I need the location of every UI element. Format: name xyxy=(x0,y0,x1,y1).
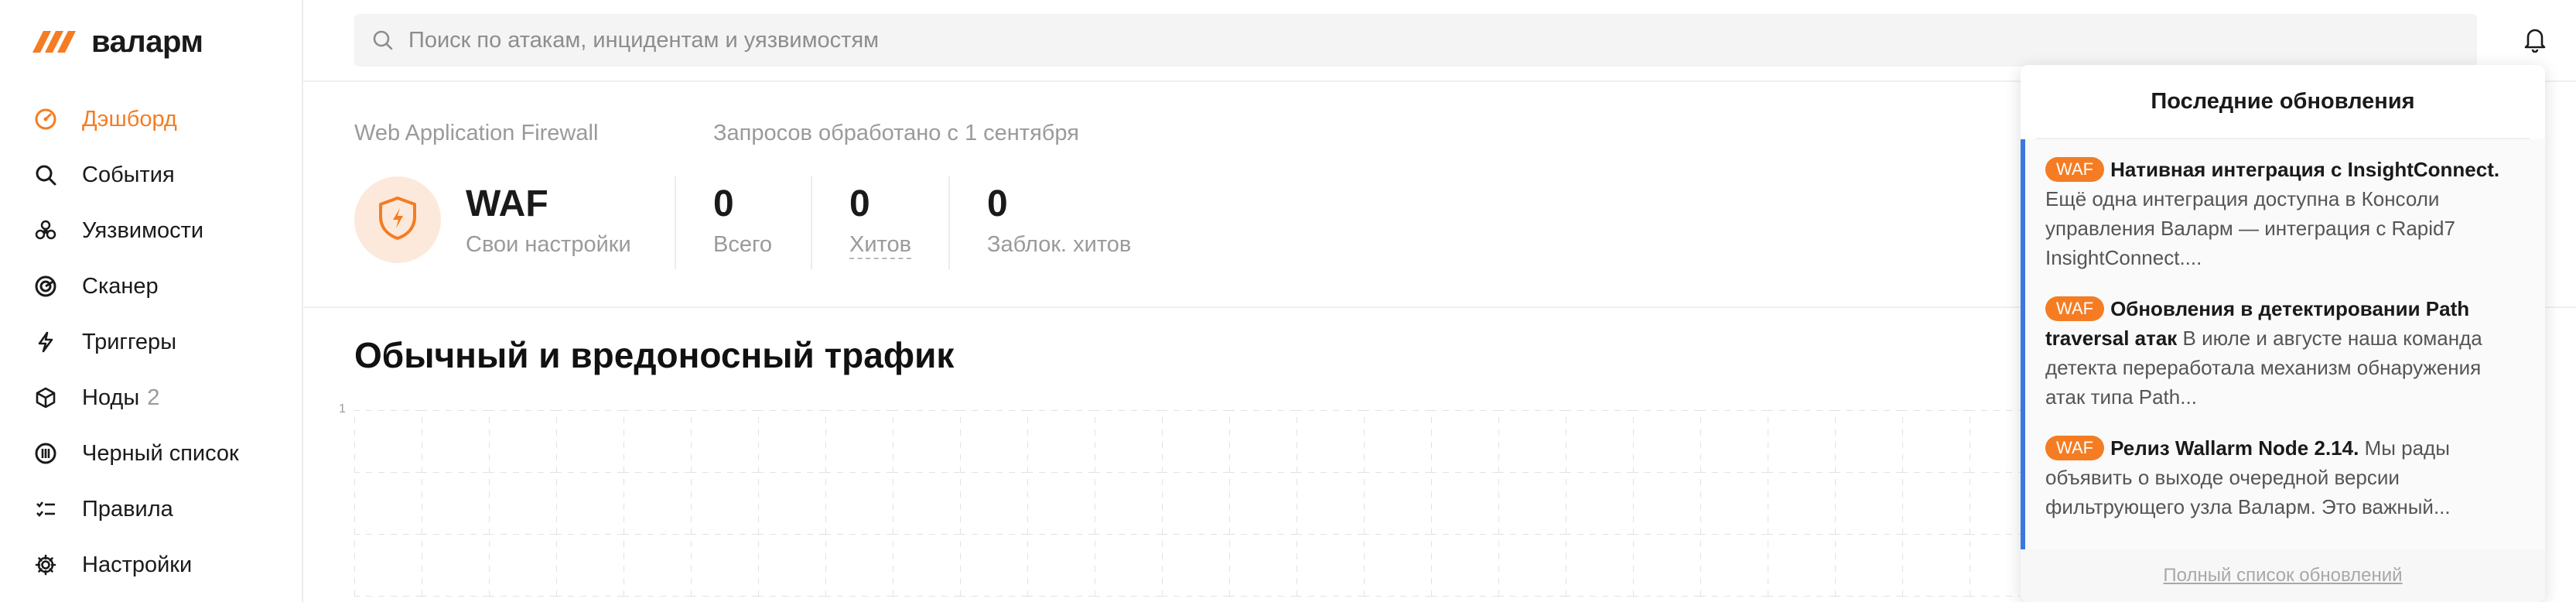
updates-list: WAF Нативная интеграция с InsightConnect.… xyxy=(2021,139,2545,549)
sidebar-item-settings[interactable]: Настройки xyxy=(0,537,302,593)
update-text: Ещё одна интеграция доступна в Консоли у… xyxy=(2045,187,2455,269)
sidebar-item-label: События xyxy=(82,162,175,187)
sidebar-item-label: Уязвимости xyxy=(82,217,204,243)
waf-section-label: Web Application Firewall xyxy=(354,121,599,145)
divider xyxy=(948,176,950,269)
rules-icon xyxy=(34,498,57,521)
sidebar: валарм Дэшборд События Уязвимости Сканер… xyxy=(0,0,303,602)
all-updates-link[interactable]: Полный список обновлений xyxy=(2163,565,2402,587)
stat-blocked-value: 0 xyxy=(987,183,1008,224)
lightning-icon xyxy=(34,330,57,354)
traffic-title: Обычный и вредоносный трафик xyxy=(354,335,955,375)
search-input[interactable] xyxy=(408,27,2342,53)
divider xyxy=(675,176,676,269)
stat-total-value: 0 xyxy=(713,183,734,224)
updates-popover: Последние обновления WAF Нативная интегра… xyxy=(2021,65,2545,602)
sidebar-item-label: Ноды xyxy=(82,385,140,410)
stat-hits-label[interactable]: Хитов xyxy=(849,232,912,259)
node-icon xyxy=(34,386,57,409)
chart-axis-tick: 1 xyxy=(339,402,346,416)
waf-tag: WAF xyxy=(2045,157,2105,182)
waf-badge xyxy=(354,176,441,263)
sidebar-item-label: Черный список xyxy=(82,440,239,466)
waf-tag: WAF xyxy=(2045,296,2105,321)
sidebar-item-label: Дэшборд xyxy=(82,106,177,132)
logo-text: валарм xyxy=(91,25,203,59)
updates-title: Последние обновления xyxy=(2036,65,2530,139)
waf-tag: WAF xyxy=(2045,436,2105,460)
sidebar-item-nodes[interactable]: Ноды 2 xyxy=(0,370,302,426)
update-item[interactable]: WAF Нативная интеграция с InsightConnect.… xyxy=(2045,155,2517,272)
dashboard-icon xyxy=(34,108,57,131)
requests-label: Запросов обработано с 1 сентября xyxy=(713,121,1079,145)
sidebar-item-events[interactable]: События xyxy=(0,147,302,203)
sidebar-nav: Дэшборд События Уязвимости Сканер Тригге… xyxy=(0,91,302,593)
stat-blocked-label: Заблок. хитов xyxy=(987,232,1132,257)
update-item[interactable]: WAF Обновления в детектировании Path trav… xyxy=(2045,294,2517,412)
search-icon xyxy=(371,29,395,52)
sidebar-item-triggers[interactable]: Триггеры xyxy=(0,314,302,370)
biohazard-icon xyxy=(34,219,57,242)
sidebar-item-vulnerabilities[interactable]: Уязвимости xyxy=(0,203,302,258)
app-window: валарм Дэшборд События Уязвимости Сканер… xyxy=(0,0,2576,602)
sidebar-item-label: Сканер xyxy=(82,273,159,299)
traffic-chart-grid xyxy=(354,410,2025,602)
stat-total-label: Всего xyxy=(713,232,773,257)
search-bar[interactable] xyxy=(354,14,2477,67)
sidebar-item-label: Правила xyxy=(82,496,173,522)
waf-subtitle[interactable]: Свои настройки xyxy=(466,232,631,258)
sidebar-item-label: Триггеры xyxy=(82,329,177,354)
logo[interactable]: валарм xyxy=(31,25,203,60)
update-item[interactable]: WAF Релиз Wallarm Node 2.14. Мы рады объя… xyxy=(2045,433,2517,522)
update-title: Релиз Wallarm Node 2.14. xyxy=(2110,436,2359,460)
sidebar-item-rules[interactable]: Правила xyxy=(0,481,302,537)
bell-icon[interactable] xyxy=(2523,26,2547,53)
blacklist-icon xyxy=(34,442,57,465)
shield-icon xyxy=(378,196,418,245)
updates-footer: Полный список обновлений xyxy=(2021,549,2545,602)
sidebar-item-blacklist[interactable]: Черный список xyxy=(0,426,302,481)
gear-icon xyxy=(34,553,57,576)
waf-title: WAF xyxy=(466,183,548,224)
sidebar-item-dashboard[interactable]: Дэшборд xyxy=(0,91,302,147)
search-icon xyxy=(34,163,57,186)
divider xyxy=(811,176,812,269)
sidebar-item-scanner[interactable]: Сканер xyxy=(0,258,302,314)
logo-icon xyxy=(31,26,82,58)
update-title: Нативная интеграция с InsightConnect. xyxy=(2110,158,2500,181)
nodes-count-badge: 2 xyxy=(147,385,160,410)
sidebar-item-label: Настройки xyxy=(82,552,193,577)
stat-hits-value: 0 xyxy=(849,183,870,224)
radar-icon xyxy=(34,275,57,298)
